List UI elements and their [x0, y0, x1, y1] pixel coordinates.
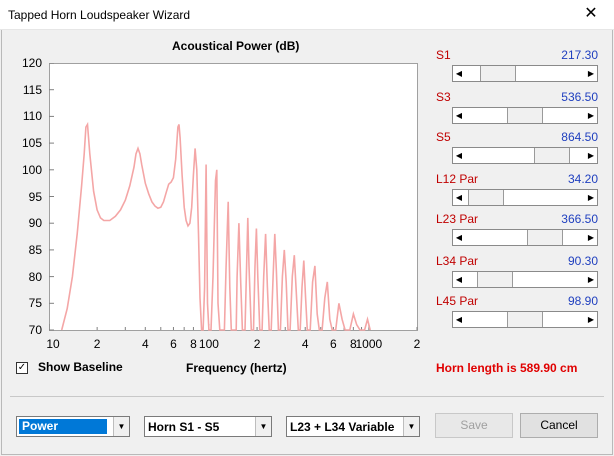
chevron-left-icon[interactable]: ◀ — [453, 230, 465, 245]
chevron-left-icon[interactable]: ◀ — [453, 108, 465, 123]
y-tick-label: 105 — [21, 136, 42, 151]
chevron-right-icon[interactable]: ▶ — [585, 108, 597, 123]
horn-select-value: Horn S1 - S5 — [148, 420, 220, 434]
y-tick-label: 85 — [28, 242, 42, 257]
y-tick-label: 75 — [28, 296, 42, 311]
slider-thumb[interactable] — [480, 66, 516, 81]
y-tick-label: 95 — [28, 189, 42, 204]
chevron-right-icon[interactable]: ▶ — [585, 66, 597, 81]
param-slider[interactable]: ◀ ▶ — [452, 65, 598, 82]
param-value: 34.20 — [567, 172, 598, 186]
x-tick-label: 10 — [46, 337, 60, 351]
chevron-right-icon[interactable]: ▶ — [585, 272, 597, 287]
param-value: 366.50 — [561, 212, 598, 226]
x-tick-label: 100 — [198, 337, 219, 351]
chevron-right-icon[interactable]: ▶ — [585, 190, 597, 205]
chevron-right-icon[interactable]: ▶ — [585, 230, 597, 245]
cancel-button[interactable]: Cancel — [520, 413, 598, 438]
param-value: 536.50 — [561, 90, 598, 104]
param-label: S3 — [436, 90, 451, 104]
chevron-right-icon[interactable]: ▶ — [585, 312, 597, 327]
x-tick-label: 1000 — [355, 337, 383, 351]
chart-title: Acoustical Power (dB) — [172, 39, 300, 53]
slider-thumb[interactable] — [527, 230, 563, 245]
chevron-left-icon[interactable]: ◀ — [453, 190, 465, 205]
chevron-left-icon[interactable]: ◀ — [453, 272, 465, 287]
chevron-left-icon[interactable]: ◀ — [453, 66, 465, 81]
close-icon[interactable]: ✕ — [568, 0, 614, 30]
y-tick-label: 70 — [28, 323, 42, 337]
param-slider[interactable]: ◀ ▶ — [452, 271, 598, 288]
param-slider[interactable]: ◀ ▶ — [452, 189, 598, 206]
param-label: S5 — [436, 130, 451, 144]
param-slider[interactable]: ◀ ▶ — [452, 229, 598, 246]
param-label: L45 Par — [436, 294, 479, 308]
mode-select-value: Power — [19, 419, 107, 434]
x-tick-label: 2 — [93, 337, 101, 351]
param-label: L12 Par — [436, 172, 479, 186]
show-baseline-label[interactable]: Show Baseline — [38, 360, 123, 374]
param-label: L23 Par — [436, 212, 479, 226]
chevron-right-icon[interactable]: ▶ — [585, 148, 597, 163]
y-tick-label: 115 — [22, 82, 42, 97]
slider-thumb[interactable] — [477, 272, 513, 287]
param-label: S1 — [436, 48, 451, 62]
title-bar: Tapped Horn Loudspeaker Wizard ✕ — [0, 0, 614, 30]
y-tick-label: 120 — [21, 56, 42, 70]
param-value: 864.50 — [561, 130, 598, 144]
x-tick-label: 4 — [141, 337, 149, 351]
x-tick-label: 2 — [413, 337, 421, 351]
param-slider[interactable]: ◀ ▶ — [452, 147, 598, 164]
slider-thumb[interactable] — [507, 312, 543, 327]
power-plot — [49, 63, 418, 331]
horn-select[interactable]: Horn S1 - S5 ▼ — [144, 416, 272, 437]
slider-thumb[interactable] — [507, 108, 543, 123]
horn-length-text: Horn length is 589.90 cm — [436, 361, 578, 375]
y-tick-label: 80 — [28, 269, 42, 284]
param-value: 217.30 — [561, 48, 598, 62]
mode-select[interactable]: Power ▼ — [16, 416, 130, 437]
slider-thumb[interactable] — [468, 190, 504, 205]
show-baseline-checkbox[interactable]: ✓ — [16, 362, 28, 374]
param-slider[interactable]: ◀ ▶ — [452, 107, 598, 124]
chevron-down-icon[interactable]: ▼ — [113, 417, 129, 436]
x-tick-label: 4 — [301, 337, 309, 351]
y-tick-label: 110 — [22, 109, 42, 124]
variable-select[interactable]: L23 + L34 Variable ▼ — [286, 416, 420, 437]
param-value: 98.90 — [567, 294, 598, 308]
chevron-left-icon[interactable]: ◀ — [453, 148, 465, 163]
x-axis-title: Frequency (hertz) — [186, 361, 287, 375]
divider — [10, 396, 604, 397]
y-tick-label: 90 — [28, 216, 42, 231]
slider-thumb[interactable] — [534, 148, 570, 163]
param-label: L34 Par — [436, 254, 479, 268]
variable-select-value: L23 + L34 Variable — [290, 420, 395, 434]
window-title: Tapped Horn Loudspeaker Wizard — [8, 8, 191, 22]
param-value: 90.30 — [567, 254, 598, 268]
x-tick-label: 2 — [253, 337, 261, 351]
param-slider[interactable]: ◀ ▶ — [452, 311, 598, 328]
chevron-down-icon[interactable]: ▼ — [255, 417, 271, 436]
y-tick-label: 100 — [21, 162, 42, 177]
chevron-left-icon[interactable]: ◀ — [453, 312, 465, 327]
plot-area — [49, 63, 418, 331]
save-button[interactable]: Save — [435, 413, 513, 438]
chevron-down-icon[interactable]: ▼ — [403, 417, 419, 436]
